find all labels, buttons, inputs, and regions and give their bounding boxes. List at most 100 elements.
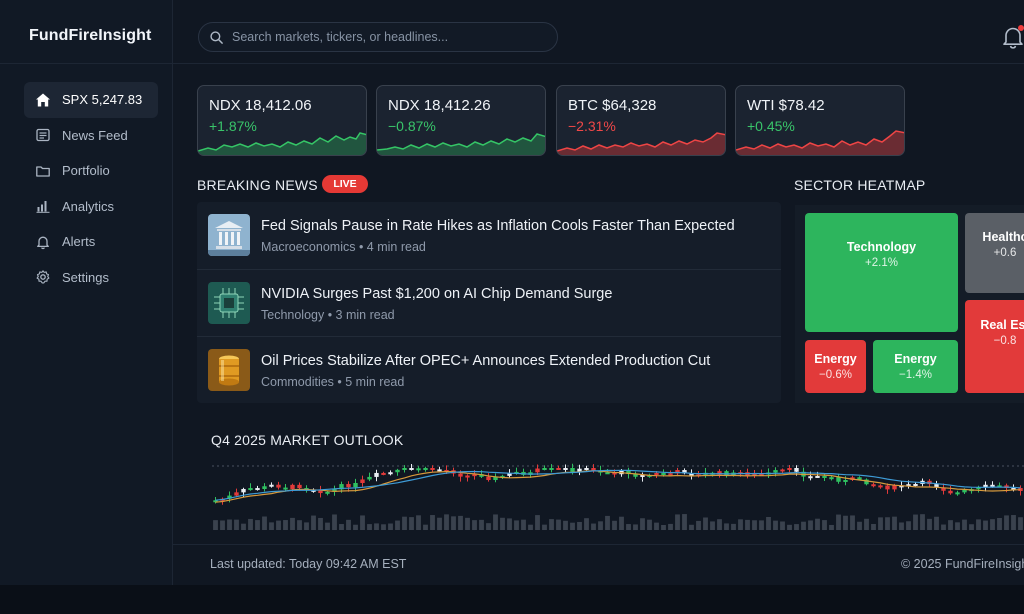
sidebar-item-portfolio[interactable]: Portfolio <box>24 153 158 189</box>
app-logo[interactable]: FundFireInsight <box>29 27 151 45</box>
volume-bar <box>780 521 785 530</box>
volume-bar <box>752 520 757 530</box>
volume-bar <box>402 516 407 530</box>
candle-body <box>808 476 813 479</box>
volume-bar <box>801 521 806 530</box>
sidebar-item-spx[interactable]: SPX 5,247.83 <box>24 82 158 118</box>
search-input[interactable] <box>232 30 542 44</box>
sidebar-item-analytics[interactable]: Analytics <box>24 189 158 225</box>
volume-bar <box>297 520 302 530</box>
candle-body <box>794 468 799 472</box>
volume-bar <box>997 517 1002 530</box>
candle-body <box>724 471 729 476</box>
bottom-band <box>0 585 1024 614</box>
volume-bar <box>619 516 624 530</box>
volume-bar <box>1018 517 1023 530</box>
candle-body <box>885 485 890 490</box>
heatmap-cell-change: +2.1% <box>865 257 898 269</box>
candle-body <box>353 483 358 488</box>
ticker-label: NDX 18,412.06 <box>209 97 312 114</box>
candle-body <box>913 483 918 486</box>
sector-heatmap: Technology +2.1% Healthc +0.6 Real Est −… <box>795 205 1024 403</box>
volume-bar <box>850 515 855 530</box>
volume-bar <box>374 523 379 530</box>
candle-body <box>822 475 827 478</box>
candle-body <box>248 488 253 491</box>
sidebar: FundFireInsight SPX 5,247.83 News Feed P… <box>0 0 173 585</box>
ticker-card[interactable]: WTI $78.42 +0.45% <box>735 85 905 156</box>
volume-bar <box>451 516 456 530</box>
candle-body <box>948 490 953 494</box>
news-item[interactable]: Oil Prices Stabilize After OPEC+ Announc… <box>197 336 781 403</box>
bank-icon <box>208 214 250 256</box>
footer-divider <box>173 544 1024 545</box>
volume-bar <box>892 516 897 530</box>
heatmap-cell[interactable]: Energy −1.4% <box>873 340 958 393</box>
volume-bar <box>360 515 365 530</box>
ticker-sparkline <box>557 132 725 155</box>
candle-body <box>542 468 547 470</box>
news-item[interactable]: Fed Signals Pause in Rate Hikes as Infla… <box>197 202 781 269</box>
heatmap-cell[interactable]: Healthc +0.6 <box>965 213 1024 293</box>
candle-body <box>668 473 673 476</box>
breaking-news-title: BREAKING NEWS <box>197 177 318 193</box>
ticker-card[interactable]: NDX 18,412.06 +1.87% <box>197 85 367 156</box>
heatmap-cell[interactable]: Technology +2.1% <box>805 213 958 332</box>
volume-bar <box>381 524 386 530</box>
sidebar-item-alerts[interactable]: Alerts <box>24 224 158 260</box>
volume-bar <box>829 524 834 530</box>
volume-bar <box>913 514 918 530</box>
market-outlook-title: Q4 2025 MARKET OUTLOOK <box>211 432 404 448</box>
candle-body <box>325 491 330 494</box>
sidebar-item-label: SPX 5,247.83 <box>62 92 143 108</box>
candle-body <box>661 473 666 476</box>
market-outlook-chart[interactable] <box>212 458 1024 534</box>
volume-bar <box>906 521 911 530</box>
sidebar-item-label: News Feed <box>62 127 128 143</box>
chip-icon <box>208 282 250 324</box>
ticker-label: BTC $64,328 <box>568 97 657 114</box>
volume-bar <box>444 514 449 530</box>
volume-bar <box>591 523 596 530</box>
last-updated-text: Last updated: Today 09:42 AM EST <box>210 557 407 571</box>
sidebar-item-news-feed[interactable]: News Feed <box>24 118 158 154</box>
volume-bar <box>990 519 995 530</box>
notification-dot <box>1018 25 1024 31</box>
volume-bar <box>640 518 645 530</box>
volume-bar <box>500 517 505 530</box>
news-headline[interactable]: NVIDIA Surges Past $1,200 on AI Chip Dem… <box>261 286 612 302</box>
volume-bar <box>269 522 274 530</box>
candle-body <box>437 469 442 472</box>
volume-bar <box>1011 515 1016 530</box>
candle-body <box>815 475 820 478</box>
candle-body <box>549 468 554 470</box>
live-badge: LIVE <box>322 175 368 193</box>
volume-bar <box>220 520 225 530</box>
sidebar-item-settings[interactable]: Settings <box>24 260 158 296</box>
ticker-card[interactable]: NDX 18,412.26 −0.87% <box>376 85 546 156</box>
candle-body <box>395 469 400 473</box>
search-bar[interactable] <box>198 22 558 52</box>
volume-bar <box>227 519 232 530</box>
news-headline[interactable]: Fed Signals Pause in Rate Hikes as Infla… <box>261 218 735 234</box>
volume-bar <box>395 520 400 530</box>
heatmap-cell-name: Energy <box>894 352 937 366</box>
news-item[interactable]: NVIDIA Surges Past $1,200 on AI Chip Dem… <box>197 269 781 336</box>
candle-body <box>857 477 862 480</box>
volume-bar <box>899 522 904 530</box>
sidebar-item-label: Portfolio <box>62 163 110 179</box>
volume-bar <box>857 521 862 530</box>
candle-body <box>388 472 393 475</box>
news-headline[interactable]: Oil Prices Stabilize After OPEC+ Announc… <box>261 353 710 369</box>
news-meta: Commodities • 5 min read <box>261 375 405 389</box>
volume-bar <box>521 519 526 530</box>
candle-body <box>878 485 883 488</box>
bell-icon <box>34 233 52 251</box>
heatmap-cell[interactable]: Energy −0.6% <box>805 340 866 393</box>
ticker-card[interactable]: BTC $64,328 −2.31% <box>556 85 726 156</box>
heatmap-cell[interactable]: Real Est −0.8 <box>965 300 1024 393</box>
search-icon <box>210 30 223 44</box>
volume-bar <box>696 520 701 530</box>
volume-bar <box>213 520 218 530</box>
volume-bar <box>927 518 932 530</box>
